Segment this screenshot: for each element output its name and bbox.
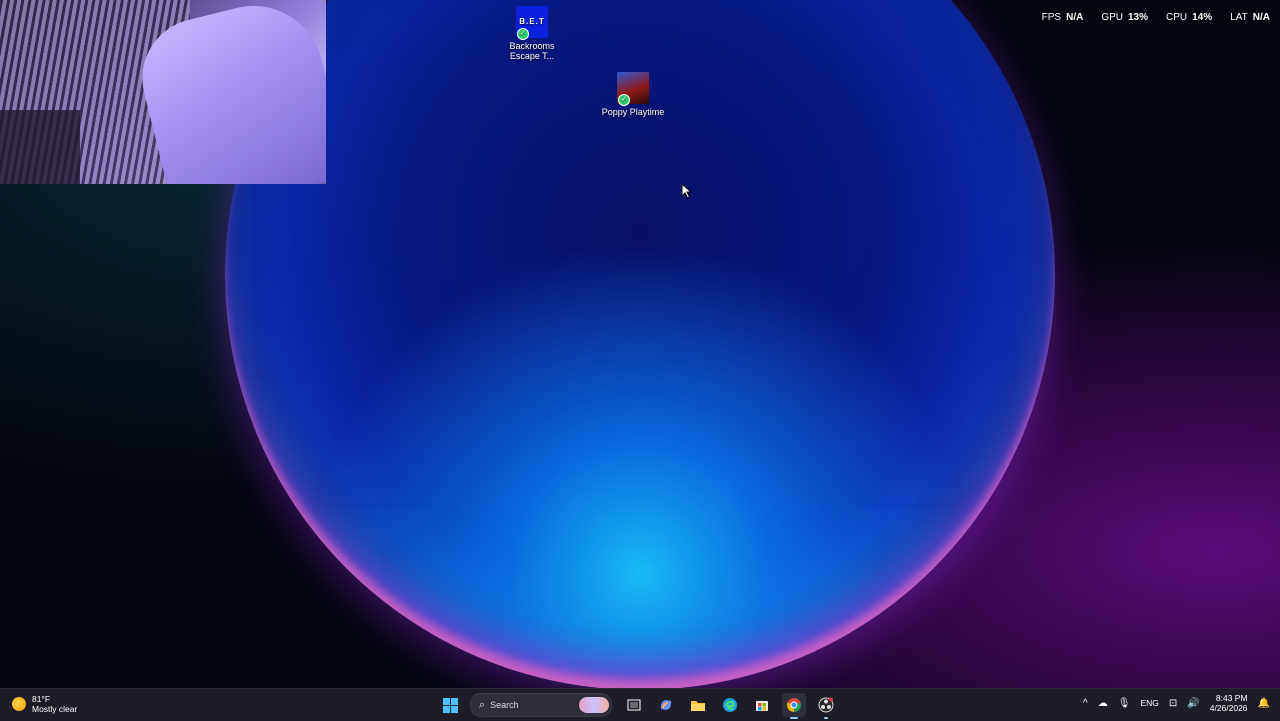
start-button[interactable] bbox=[438, 693, 462, 717]
show-hidden-icons-chevron-icon[interactable]: ^ bbox=[1083, 698, 1088, 709]
lat-stat: LAT N/A bbox=[1230, 12, 1270, 23]
gpu-value: 13% bbox=[1128, 12, 1149, 23]
fps-value: N/A bbox=[1066, 12, 1084, 23]
search-highlight-art bbox=[579, 697, 609, 713]
performance-overlay: FPS N/A GPU 13% CPU 14% LAT N/A bbox=[1042, 12, 1270, 23]
gpu-label: GPU bbox=[1101, 12, 1123, 23]
lat-value: N/A bbox=[1252, 12, 1270, 23]
microsoft-store-button[interactable] bbox=[750, 693, 774, 717]
volume-icon[interactable]: 🔊 bbox=[1187, 698, 1199, 709]
search-icon: ⌕ bbox=[479, 698, 486, 711]
webcam-shadow bbox=[0, 110, 80, 184]
running-app-indicator bbox=[824, 717, 828, 719]
cpu-value: 14% bbox=[1192, 12, 1213, 23]
search-placeholder: Search bbox=[490, 700, 519, 710]
cpu-stat: CPU 14% bbox=[1166, 12, 1212, 23]
desktop-icon-poppy-playtime[interactable]: ✓ Poppy Playtime bbox=[598, 72, 668, 117]
lat-label: LAT bbox=[1230, 12, 1248, 23]
copilot-button[interactable] bbox=[654, 693, 678, 717]
input-language-indicator[interactable]: ENG bbox=[1140, 698, 1158, 708]
edge-button[interactable] bbox=[718, 693, 742, 717]
cpu-label: CPU bbox=[1166, 12, 1188, 23]
desktop-icon-label: Backrooms Escape T... bbox=[509, 41, 555, 61]
taskbar-clock[interactable]: 8:43 PM 4/26/2026 bbox=[1210, 693, 1248, 713]
fps-label: FPS bbox=[1041, 12, 1062, 23]
onedrive-cloud-icon[interactable]: ☁ bbox=[1098, 698, 1108, 709]
weather-widget[interactable]: 81°F Mostly clear bbox=[12, 694, 77, 714]
active-app-indicator bbox=[790, 717, 798, 719]
chrome-button[interactable] bbox=[782, 693, 806, 719]
edge-icon bbox=[723, 698, 737, 712]
poppy-playtime-app-icon: ✓ bbox=[617, 72, 649, 106]
obs-button[interactable] bbox=[814, 693, 838, 719]
obs-icon bbox=[818, 697, 834, 713]
gpu-stat: GPU 13% bbox=[1101, 12, 1148, 23]
webcam-overlay bbox=[0, 0, 326, 184]
taskbar: 81°F Mostly clear ⌕ Search ^ ☁ 🎙 ENG ⊡ 🔊… bbox=[0, 688, 1280, 721]
backrooms-app-icon: B.E.T ✓ bbox=[516, 6, 548, 40]
microphone-icon[interactable]: 🎙 bbox=[1118, 698, 1131, 709]
network-icon[interactable]: ⊡ bbox=[1169, 698, 1177, 709]
system-tray: ^ ☁ 🎙 ENG ⊡ 🔊 8:43 PM 4/26/2026 🔔 bbox=[1083, 693, 1270, 713]
file-explorer-button[interactable] bbox=[686, 693, 710, 717]
sync-check-icon: ✓ bbox=[618, 94, 630, 106]
clock-time: 8:43 PM bbox=[1215, 693, 1248, 703]
chrome-icon bbox=[787, 698, 801, 712]
windows-logo-icon bbox=[442, 697, 458, 713]
weather-condition: Mostly clear bbox=[32, 704, 78, 714]
copilot-icon bbox=[660, 700, 672, 710]
backrooms-tile-text: B.E.T bbox=[519, 17, 545, 26]
store-icon bbox=[756, 701, 768, 711]
notifications-bell-icon[interactable]: 🔔 bbox=[1258, 698, 1270, 709]
clock-date: 4/26/2026 bbox=[1209, 703, 1248, 713]
folder-icon bbox=[691, 701, 705, 711]
fps-stat: FPS N/A bbox=[1042, 12, 1084, 23]
task-view-icon bbox=[627, 699, 641, 711]
sync-check-icon: ✓ bbox=[517, 28, 529, 40]
weather-moon-icon bbox=[12, 697, 26, 711]
taskbar-search-box[interactable]: ⌕ Search bbox=[470, 693, 612, 717]
weather-temperature: 81°F bbox=[32, 694, 51, 704]
desktop-icon-label: Poppy Playtime bbox=[601, 107, 665, 117]
task-view-button[interactable] bbox=[622, 693, 646, 717]
taskbar-apps: ⌕ Search bbox=[438, 693, 838, 719]
desktop-icon-backrooms[interactable]: B.E.T ✓ Backrooms Escape T... bbox=[497, 6, 567, 61]
